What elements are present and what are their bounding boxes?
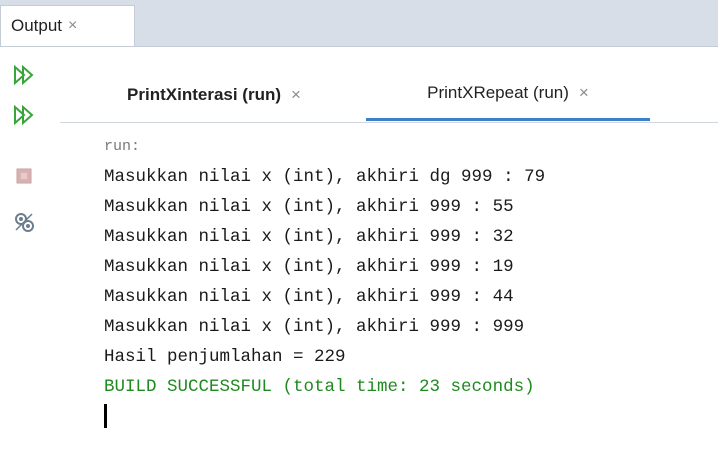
console-output[interactable]: run: Masukkan nilai x (int), akhiri dg 9… bbox=[104, 132, 714, 462]
console-line: Masukkan nilai x (int), akhiri 999 : 19 bbox=[104, 257, 514, 277]
output-window-tabbar: Output × bbox=[0, 0, 718, 47]
build-status-line: BUILD SUCCESSFUL (total time: 23 seconds… bbox=[104, 377, 535, 397]
output-window-tab[interactable]: Output × bbox=[0, 5, 135, 46]
text-cursor bbox=[104, 404, 107, 429]
console-line: Masukkan nilai x (int), akhiri 999 : 999 bbox=[104, 317, 525, 337]
run-tabbar: PrintXinterasi (run) × PrintXRepeat (run… bbox=[60, 68, 718, 123]
tab-printxrepeat[interactable]: PrintXRepeat (run) × bbox=[366, 68, 650, 121]
console-line: Masukkan nilai x (int), akhiri 999 : 32 bbox=[104, 227, 514, 247]
tab-printxinterasi-label: PrintXinterasi (run) bbox=[127, 84, 282, 104]
stop-icon[interactable] bbox=[12, 164, 36, 188]
console-line: Masukkan nilai x (int), akhiri dg 999 : … bbox=[104, 167, 546, 187]
console-line: Masukkan nilai x (int), akhiri 999 : 44 bbox=[104, 287, 514, 307]
console-line: run: bbox=[104, 138, 141, 155]
tab-printxrepeat-label: PrintXRepeat (run) bbox=[427, 83, 569, 102]
close-icon[interactable]: × bbox=[579, 83, 589, 103]
rerun-with-params-icon[interactable] bbox=[12, 103, 36, 127]
console-line: Hasil penjumlahan = 229 bbox=[104, 347, 346, 367]
console-line: Masukkan nilai x (int), akhiri 999 : 55 bbox=[104, 197, 514, 217]
close-icon[interactable]: × bbox=[291, 85, 301, 105]
output-toolbar bbox=[0, 47, 48, 471]
settings-icon[interactable] bbox=[12, 210, 36, 234]
output-window-tab-label: Output bbox=[11, 16, 63, 35]
tab-printxinterasi[interactable]: PrintXinterasi (run) × bbox=[68, 68, 360, 121]
close-icon[interactable]: × bbox=[68, 17, 77, 35]
rerun-icon[interactable] bbox=[12, 63, 36, 87]
console-input-line[interactable] bbox=[104, 402, 714, 432]
